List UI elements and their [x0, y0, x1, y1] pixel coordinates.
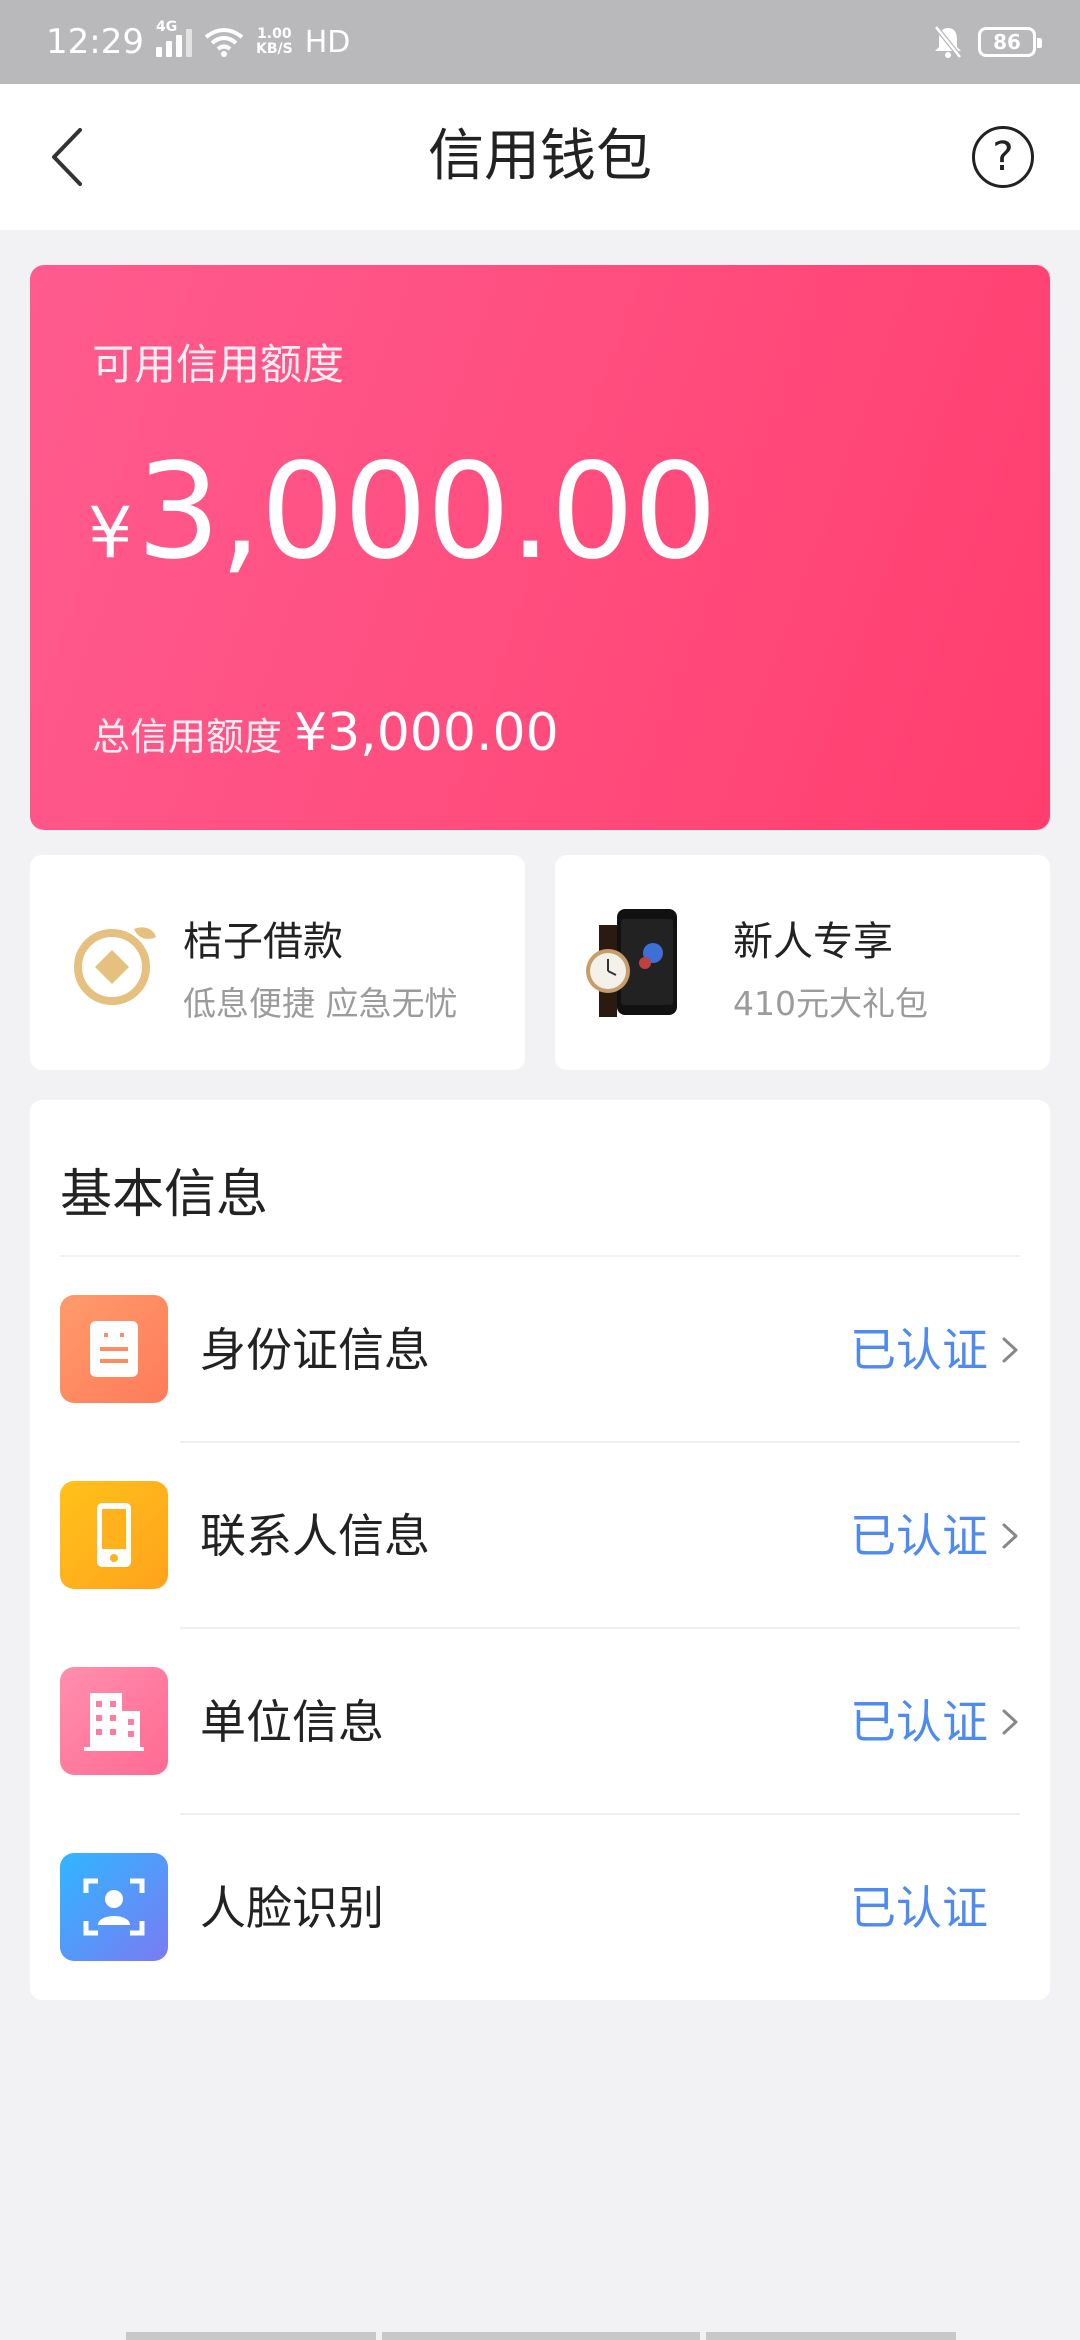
promo-card-loan[interactable]: 桔子借款 低息便捷 应急无忧	[30, 855, 525, 1070]
app-header: 信用钱包 ?	[0, 84, 1080, 230]
building-icon	[60, 1667, 168, 1775]
promo-title: 桔子借款	[183, 919, 343, 965]
wifi-icon	[204, 28, 244, 57]
verified-status: 已认证	[850, 1509, 988, 1563]
battery-indicator: 86	[978, 27, 1042, 57]
row-label: 人脸识别	[200, 1881, 384, 1935]
info-row-face-recognition[interactable]: 人脸识别 已认证	[30, 1815, 1050, 2001]
row-label: 单位信息	[200, 1695, 384, 1749]
available-credit-amount: ¥ 3,000.00	[88, 435, 718, 589]
chevron-right-icon	[1002, 1523, 1018, 1549]
promo-title: 新人专享	[733, 919, 893, 965]
gesture-bar	[126, 2332, 376, 2340]
chevron-right-icon	[1002, 1709, 1018, 1735]
available-credit-label: 可用信用额度	[92, 340, 345, 389]
status-time: 12:29	[46, 22, 144, 62]
row-label: 身份证信息	[200, 1323, 430, 1377]
network-speed: 1.00 KB/S	[255, 26, 293, 57]
gesture-bar	[382, 2332, 700, 2340]
page-title: 信用钱包	[428, 124, 652, 189]
info-row-id-card[interactable]: 身份证信息 已认证	[30, 1257, 1050, 1443]
verified-status: 已认证	[850, 1881, 988, 1935]
phone-icon	[60, 1481, 168, 1589]
basic-info-panel: 基本信息 身份证信息 已认证 联系人信息 已认证 单位信息 已认证 人脸识别 已…	[30, 1100, 1050, 2000]
signal-icon: 4G	[155, 19, 192, 57]
watch-phone-image	[586, 909, 677, 1017]
section-heading: 基本信息	[60, 1165, 269, 1225]
promo-card-newcomer[interactable]: 新人专享 410元大礼包	[555, 855, 1050, 1070]
promo-subtitle: 410元大礼包	[733, 984, 928, 1023]
credit-limit-card: 可用信用额度 ¥ 3,000.00 总信用额度 ¥3,000.00	[30, 265, 1050, 830]
available-credit-value: 3,000.00	[136, 435, 718, 589]
total-credit: 总信用额度 ¥3,000.00	[92, 703, 559, 763]
verified-status: 已认证	[850, 1323, 988, 1377]
face-scan-icon	[60, 1853, 168, 1961]
info-row-employer[interactable]: 单位信息 已认证	[30, 1629, 1050, 1815]
orange-coin-icon	[74, 927, 156, 1005]
chevron-right-icon	[1002, 1337, 1018, 1363]
status-bar: 12:29 4G 1.00 KB/S HD 86	[0, 0, 1080, 84]
hd-indicator: HD	[304, 24, 351, 60]
total-credit-value: ¥3,000.00	[294, 703, 559, 763]
currency-symbol: ¥	[88, 492, 133, 574]
help-icon[interactable]: ?	[972, 126, 1034, 188]
promo-subtitle: 低息便捷 应急无忧	[183, 984, 458, 1023]
id-card-icon	[60, 1295, 168, 1403]
row-label: 联系人信息	[200, 1509, 430, 1563]
bell-muted-icon	[934, 25, 962, 59]
total-credit-label: 总信用额度	[92, 715, 283, 759]
info-row-contacts[interactable]: 联系人信息 已认证	[30, 1443, 1050, 1629]
verified-status: 已认证	[850, 1695, 988, 1749]
gesture-bar	[706, 2332, 956, 2340]
